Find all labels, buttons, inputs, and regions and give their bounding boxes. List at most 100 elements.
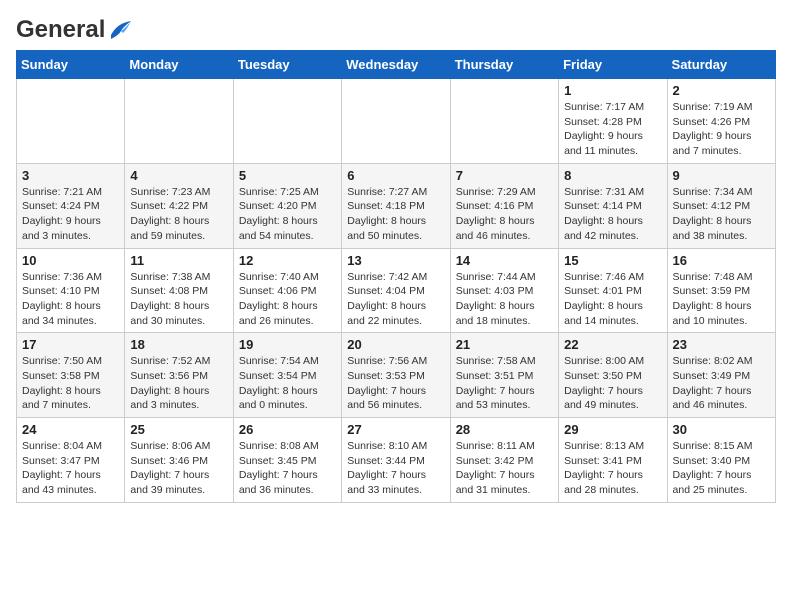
calendar-cell: 12 Sunrise: 7:40 AM Sunset: 4:06 PM Dayli…	[233, 248, 341, 333]
day-number: 12	[239, 253, 336, 268]
day-number: 18	[130, 337, 227, 352]
day-detail: Sunrise: 7:50 AM Sunset: 3:58 PM Dayligh…	[22, 354, 119, 413]
day-detail: Sunrise: 7:52 AM Sunset: 3:56 PM Dayligh…	[130, 354, 227, 413]
day-number: 27	[347, 422, 444, 437]
day-number: 8	[564, 168, 661, 183]
calendar-cell: 14 Sunrise: 7:44 AM Sunset: 4:03 PM Dayli…	[450, 248, 558, 333]
day-detail: Sunrise: 7:48 AM Sunset: 3:59 PM Dayligh…	[673, 270, 770, 329]
day-detail: Sunrise: 7:44 AM Sunset: 4:03 PM Dayligh…	[456, 270, 553, 329]
calendar-cell: 5Sunrise: 7:25 AM Sunset: 4:20 PM Daylig…	[233, 163, 341, 248]
calendar-cell: 15 Sunrise: 7:46 AM Sunset: 4:01 PM Dayli…	[559, 248, 667, 333]
calendar-cell: 22Sunrise: 8:00 AM Sunset: 3:50 PM Dayli…	[559, 333, 667, 418]
header-friday: Friday	[559, 51, 667, 79]
day-number: 15	[564, 253, 661, 268]
calendar-cell: 29Sunrise: 8:13 AM Sunset: 3:41 PM Dayli…	[559, 418, 667, 503]
day-number: 3	[22, 168, 119, 183]
logo-bird-icon	[109, 21, 131, 39]
day-detail: Sunrise: 7:58 AM Sunset: 3:51 PM Dayligh…	[456, 354, 553, 413]
calendar-cell: 28 Sunrise: 8:11 AM Sunset: 3:42 PM Dayli…	[450, 418, 558, 503]
day-detail: Sunrise: 8:04 AM Sunset: 3:47 PM Dayligh…	[22, 439, 119, 498]
calendar-cell: 10 Sunrise: 7:36 AM Sunset: 4:10 PM Dayli…	[17, 248, 125, 333]
day-number: 30	[673, 422, 770, 437]
calendar-cell: 25Sunrise: 8:06 AM Sunset: 3:46 PM Dayli…	[125, 418, 233, 503]
day-detail: Sunrise: 7:23 AM Sunset: 4:22 PM Dayligh…	[130, 185, 227, 244]
day-detail: Sunrise: 7:31 AM Sunset: 4:14 PM Dayligh…	[564, 185, 661, 244]
day-detail: Sunrise: 7:19 AM Sunset: 4:26 PM Dayligh…	[673, 100, 770, 159]
calendar-cell: 23Sunrise: 8:02 AM Sunset: 3:49 PM Dayli…	[667, 333, 775, 418]
day-detail: Sunrise: 7:27 AM Sunset: 4:18 PM Dayligh…	[347, 185, 444, 244]
calendar-cell: 16 Sunrise: 7:48 AM Sunset: 3:59 PM Dayli…	[667, 248, 775, 333]
calendar-cell: 24 Sunrise: 8:04 AM Sunset: 3:47 PM Dayli…	[17, 418, 125, 503]
logo-general: General	[16, 16, 105, 43]
day-number: 19	[239, 337, 336, 352]
day-detail: Sunrise: 7:29 AM Sunset: 4:16 PM Dayligh…	[456, 185, 553, 244]
calendar-week-4: 17 Sunrise: 7:50 AM Sunset: 3:58 PM Dayli…	[17, 333, 776, 418]
calendar-cell: 7 Sunrise: 7:29 AM Sunset: 4:16 PM Daylig…	[450, 163, 558, 248]
day-number: 28	[456, 422, 553, 437]
day-detail: Sunrise: 7:25 AM Sunset: 4:20 PM Dayligh…	[239, 185, 336, 244]
day-number: 23	[673, 337, 770, 352]
day-number: 21	[456, 337, 553, 352]
calendar-week-1: 1 Sunrise: 7:17 AM Sunset: 4:28 PM Daylig…	[17, 79, 776, 164]
day-number: 9	[673, 168, 770, 183]
day-detail: Sunrise: 8:11 AM Sunset: 3:42 PM Dayligh…	[456, 439, 553, 498]
calendar: SundayMondayTuesdayWednesdayThursdayFrid…	[16, 50, 776, 503]
day-number: 11	[130, 253, 227, 268]
day-detail: Sunrise: 8:15 AM Sunset: 3:40 PM Dayligh…	[673, 439, 770, 498]
header-tuesday: Tuesday	[233, 51, 341, 79]
calendar-cell: 6 Sunrise: 7:27 AM Sunset: 4:18 PM Daylig…	[342, 163, 450, 248]
day-number: 14	[456, 253, 553, 268]
day-detail: Sunrise: 8:08 AM Sunset: 3:45 PM Dayligh…	[239, 439, 336, 498]
calendar-week-2: 3Sunrise: 7:21 AM Sunset: 4:24 PM Daylig…	[17, 163, 776, 248]
header: General	[16, 16, 776, 38]
calendar-cell: 19 Sunrise: 7:54 AM Sunset: 3:54 PM Dayli…	[233, 333, 341, 418]
calendar-cell: 18 Sunrise: 7:52 AM Sunset: 3:56 PM Dayli…	[125, 333, 233, 418]
day-number: 16	[673, 253, 770, 268]
day-detail: Sunrise: 7:54 AM Sunset: 3:54 PM Dayligh…	[239, 354, 336, 413]
day-number: 13	[347, 253, 444, 268]
header-wednesday: Wednesday	[342, 51, 450, 79]
calendar-cell	[17, 79, 125, 164]
calendar-cell	[125, 79, 233, 164]
calendar-cell: 4Sunrise: 7:23 AM Sunset: 4:22 PM Daylig…	[125, 163, 233, 248]
day-number: 24	[22, 422, 119, 437]
day-number: 6	[347, 168, 444, 183]
header-sunday: Sunday	[17, 51, 125, 79]
calendar-cell: 17 Sunrise: 7:50 AM Sunset: 3:58 PM Dayli…	[17, 333, 125, 418]
day-number: 7	[456, 168, 553, 183]
calendar-cell: 26 Sunrise: 8:08 AM Sunset: 3:45 PM Dayli…	[233, 418, 341, 503]
header-saturday: Saturday	[667, 51, 775, 79]
calendar-week-3: 10 Sunrise: 7:36 AM Sunset: 4:10 PM Dayli…	[17, 248, 776, 333]
day-detail: Sunrise: 8:13 AM Sunset: 3:41 PM Dayligh…	[564, 439, 661, 498]
day-detail: Sunrise: 8:10 AM Sunset: 3:44 PM Dayligh…	[347, 439, 444, 498]
day-detail: Sunrise: 7:46 AM Sunset: 4:01 PM Dayligh…	[564, 270, 661, 329]
calendar-cell: 3Sunrise: 7:21 AM Sunset: 4:24 PM Daylig…	[17, 163, 125, 248]
day-detail: Sunrise: 7:56 AM Sunset: 3:53 PM Dayligh…	[347, 354, 444, 413]
calendar-header-row: SundayMondayTuesdayWednesdayThursdayFrid…	[17, 51, 776, 79]
calendar-cell: 8 Sunrise: 7:31 AM Sunset: 4:14 PM Daylig…	[559, 163, 667, 248]
day-detail: Sunrise: 7:17 AM Sunset: 4:28 PM Dayligh…	[564, 100, 661, 159]
day-number: 2	[673, 83, 770, 98]
day-detail: Sunrise: 7:40 AM Sunset: 4:06 PM Dayligh…	[239, 270, 336, 329]
calendar-cell	[342, 79, 450, 164]
calendar-cell	[233, 79, 341, 164]
day-number: 22	[564, 337, 661, 352]
calendar-cell: 27 Sunrise: 8:10 AM Sunset: 3:44 PM Dayli…	[342, 418, 450, 503]
calendar-cell: 2 Sunrise: 7:19 AM Sunset: 4:26 PM Daylig…	[667, 79, 775, 164]
day-number: 1	[564, 83, 661, 98]
day-detail: Sunrise: 7:38 AM Sunset: 4:08 PM Dayligh…	[130, 270, 227, 329]
calendar-cell: 13 Sunrise: 7:42 AM Sunset: 4:04 PM Dayli…	[342, 248, 450, 333]
day-detail: Sunrise: 7:36 AM Sunset: 4:10 PM Dayligh…	[22, 270, 119, 329]
calendar-cell: 30 Sunrise: 8:15 AM Sunset: 3:40 PM Dayli…	[667, 418, 775, 503]
day-detail: Sunrise: 7:42 AM Sunset: 4:04 PM Dayligh…	[347, 270, 444, 329]
calendar-cell: 21 Sunrise: 7:58 AM Sunset: 3:51 PM Dayli…	[450, 333, 558, 418]
day-number: 20	[347, 337, 444, 352]
calendar-cell: 20 Sunrise: 7:56 AM Sunset: 3:53 PM Dayli…	[342, 333, 450, 418]
calendar-cell	[450, 79, 558, 164]
day-number: 17	[22, 337, 119, 352]
day-detail: Sunrise: 8:06 AM Sunset: 3:46 PM Dayligh…	[130, 439, 227, 498]
calendar-week-5: 24 Sunrise: 8:04 AM Sunset: 3:47 PM Dayli…	[17, 418, 776, 503]
header-monday: Monday	[125, 51, 233, 79]
day-number: 10	[22, 253, 119, 268]
day-number: 26	[239, 422, 336, 437]
